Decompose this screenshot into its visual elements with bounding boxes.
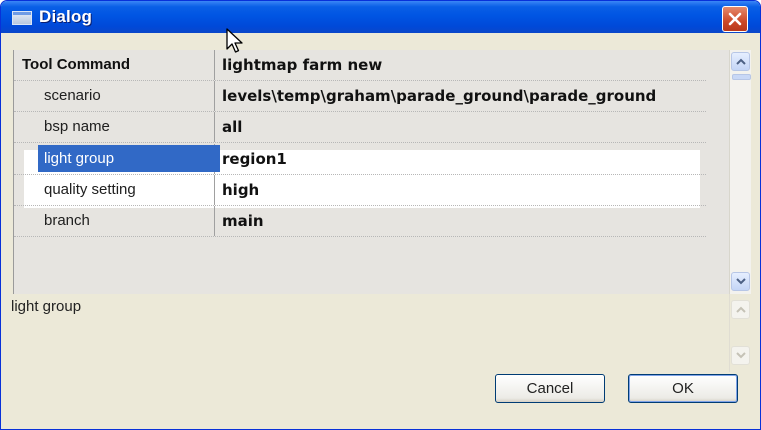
scroll-thumb[interactable] xyxy=(732,74,751,80)
property-name[interactable]: branch xyxy=(14,206,215,236)
chevron-up-icon xyxy=(735,306,746,313)
ok-button[interactable]: OK xyxy=(628,374,738,403)
description-scrollbar xyxy=(729,294,751,372)
dialog-window: Dialog Tool Command lightmap farm new sc… xyxy=(0,0,761,430)
chevron-up-icon xyxy=(735,58,746,65)
close-icon xyxy=(728,12,742,26)
property-value[interactable]: levels\temp\graham\parade_ground\parade_… xyxy=(215,81,713,111)
grid-header-row: Tool Command lightmap farm new xyxy=(14,50,706,81)
property-value[interactable]: main xyxy=(215,206,713,236)
property-row-quality-setting[interactable]: quality setting high xyxy=(14,175,706,206)
description-scroll-down-button xyxy=(731,346,750,365)
window-title: Dialog xyxy=(39,7,93,26)
chevron-down-icon xyxy=(735,278,746,285)
header-value-cell: lightmap farm new xyxy=(222,56,383,74)
grid-vertical-scrollbar[interactable] xyxy=(729,50,751,294)
scroll-down-button[interactable] xyxy=(731,272,750,291)
chevron-down-icon xyxy=(735,352,746,359)
property-value[interactable]: high xyxy=(215,175,713,205)
property-name[interactable]: light group xyxy=(38,145,220,172)
property-row-light-group[interactable]: light group region1 xyxy=(14,144,706,175)
scroll-up-button[interactable] xyxy=(731,52,750,71)
property-name[interactable]: quality setting xyxy=(14,175,215,205)
window-icon xyxy=(12,11,32,25)
description-text: light group xyxy=(11,298,82,315)
description-scroll-up-button xyxy=(731,300,750,319)
header-name-cell: Tool Command xyxy=(14,50,215,80)
property-row-bsp-name[interactable]: bsp name all xyxy=(14,112,706,143)
mouse-pointer-icon xyxy=(226,28,243,53)
property-name-cell[interactable]: light group xyxy=(14,144,220,174)
property-row-branch[interactable]: branch main xyxy=(14,206,706,237)
property-grid: Tool Command lightmap farm new scenario … xyxy=(13,50,730,294)
close-button[interactable] xyxy=(722,6,748,32)
description-pane: light group xyxy=(5,294,751,372)
cancel-button[interactable]: Cancel xyxy=(495,374,605,403)
property-name[interactable]: scenario xyxy=(14,81,215,111)
title-bar[interactable]: Dialog xyxy=(1,1,760,33)
property-value[interactable]: all xyxy=(215,112,713,142)
property-name[interactable]: bsp name xyxy=(14,112,215,142)
property-value[interactable]: region1 xyxy=(215,144,713,174)
dialog-client: Tool Command lightmap farm new scenario … xyxy=(5,33,756,426)
property-row-scenario[interactable]: scenario levels\temp\graham\parade_groun… xyxy=(14,81,706,112)
